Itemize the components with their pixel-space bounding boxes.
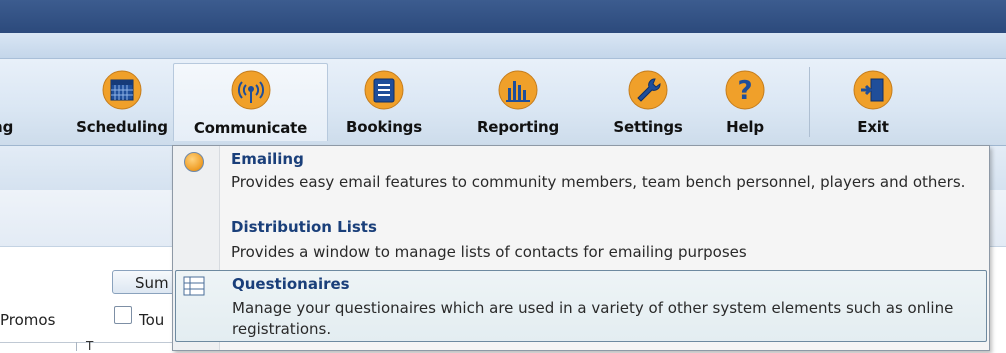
menu-item-distribution-lists-title: Distribution Lists <box>231 218 377 236</box>
menu-item-emailing-description: Provides easy email features to communit… <box>231 173 966 191</box>
svg-text:?: ? <box>737 76 752 106</box>
bookings-button[interactable]: Bookings <box>332 63 436 141</box>
menu-item-questionaires-description: Manage your questionaires which are used… <box>232 299 954 338</box>
ribbon-separator <box>809 67 810 137</box>
promos-label: Promos <box>0 311 56 329</box>
reporting-button[interactable]: Reporting <box>461 63 575 141</box>
ribbon-partial-label[interactable]: ng <box>0 118 13 136</box>
menu-item-questionaires-title: Questionaires <box>232 275 350 293</box>
menu-item-questionaires[interactable]: Questionaires Manage your questionaires … <box>175 270 987 342</box>
scheduling-label: Scheduling <box>76 118 168 136</box>
bookings-label: Bookings <box>346 118 422 136</box>
scheduling-button[interactable]: Scheduling <box>74 63 170 141</box>
calendar-icon <box>102 70 142 110</box>
menu-item-distribution-lists[interactable]: Distribution Lists Provides a window to … <box>175 216 987 266</box>
help-label: Help <box>726 118 764 136</box>
communicate-button[interactable]: Communicate <box>173 63 328 141</box>
wrench-icon <box>628 70 668 110</box>
globe-icon <box>184 152 204 172</box>
grid-column-divider <box>76 342 77 351</box>
menu-item-emailing[interactable]: Emailing Provides easy email features to… <box>175 148 987 210</box>
reporting-label: Reporting <box>476 118 560 136</box>
book-icon <box>364 70 404 110</box>
communicate-label: Communicate <box>193 119 308 137</box>
exit-label: Exit <box>857 118 889 136</box>
exit-door-icon <box>853 70 893 110</box>
tournament-checkbox[interactable] <box>114 306 132 324</box>
bar-chart-icon <box>498 70 538 110</box>
settings-label: Settings <box>613 118 683 136</box>
ribbon-toolbar: ng Scheduling Communicate <box>0 59 1006 146</box>
menu-item-distribution-lists-description: Provides a window to manage lists of con… <box>231 243 747 261</box>
help-button[interactable]: ? Help <box>712 63 778 141</box>
question-icon: ? <box>725 70 765 110</box>
settings-button[interactable]: Settings <box>598 63 698 141</box>
antenna-icon <box>231 70 271 110</box>
communicate-dropdown-menu: Emailing Provides easy email features to… <box>172 145 990 351</box>
exit-button[interactable]: Exit <box>833 63 913 141</box>
menu-item-emailing-title: Emailing <box>231 150 304 168</box>
form-list-icon <box>183 276 205 296</box>
menu-bar <box>0 33 1006 59</box>
window-title-bar <box>0 0 1006 33</box>
